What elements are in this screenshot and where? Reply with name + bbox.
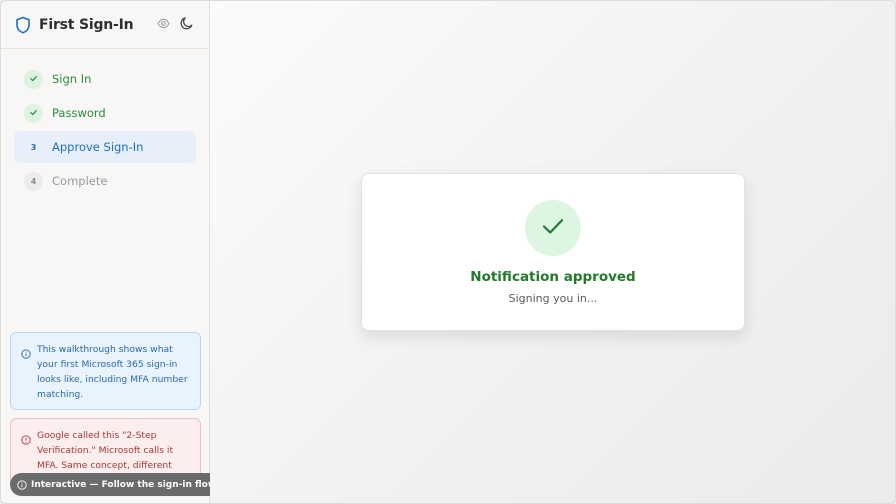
step-sign-in[interactable]: Sign In (14, 63, 196, 95)
app-title: First Sign-In (39, 16, 134, 33)
card-title: Notification approved (470, 269, 636, 285)
status-pill: Interactive — Follow the sign-in flow (10, 473, 225, 496)
checkmark-icon (540, 213, 566, 243)
success-badge (525, 200, 581, 256)
step-number: 4 (24, 171, 43, 191)
sidebar-header: First Sign-In (1, 1, 209, 49)
info-icon (17, 479, 27, 490)
step-approve-sign-in[interactable]: 3 Approve Sign-In (14, 131, 196, 163)
check-icon (29, 74, 38, 85)
shield-icon (15, 16, 31, 34)
step-complete[interactable]: 4 Complete (14, 165, 196, 197)
step-password[interactable]: Password (14, 97, 196, 129)
card-subtitle: Signing you in... (508, 292, 598, 305)
step-label: Password (52, 106, 106, 120)
moon-icon (180, 15, 194, 34)
main-content: Notification approved Signing you in... (210, 1, 895, 503)
steps-list: Sign In Password 3 Approve Sign-In 4 Com… (1, 49, 209, 197)
app-window: First Sign-In Sign In Password 3 Approve… (0, 0, 896, 504)
eye-icon (156, 15, 170, 34)
theme-toggle-button[interactable] (179, 17, 195, 33)
step-label: Complete (52, 174, 108, 188)
step-badge (24, 69, 43, 89)
step-badge (24, 103, 43, 123)
step-label: Sign In (52, 72, 92, 86)
info-callout: This walkthrough shows what your first M… (10, 332, 201, 410)
info-icon (21, 342, 33, 409)
sidebar: First Sign-In Sign In Password 3 Approve… (1, 1, 225, 503)
step-number: 3 (24, 137, 43, 157)
toggle-visibility-button[interactable] (155, 17, 171, 33)
check-icon (29, 108, 38, 119)
step-label: Approve Sign-In (52, 140, 144, 154)
status-pill-text: Interactive — Follow the sign-in flow (31, 479, 217, 490)
approval-card: Notification approved Signing you in... (361, 173, 745, 331)
info-text: This walkthrough shows what your first M… (37, 344, 188, 400)
